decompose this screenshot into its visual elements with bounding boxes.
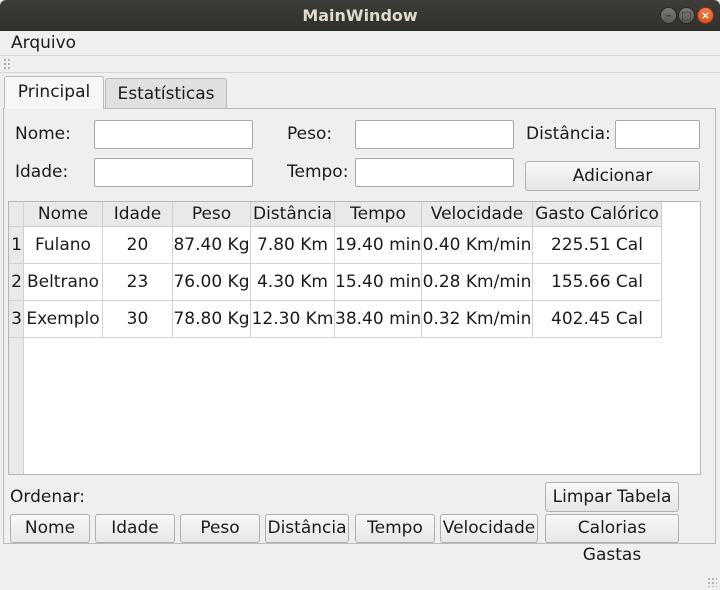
clear-table-button[interactable]: Limpar Tabela [545,482,679,512]
sort-calorias-button[interactable]: Calorias Gastas [545,514,679,565]
header-peso[interactable]: Peso [173,202,251,227]
menu-arquivo[interactable]: Arquivo [11,33,76,53]
table-cell[interactable]: 30 [103,301,173,338]
window-title: MainWindow [302,6,418,25]
minimize-button[interactable]: – [660,7,677,24]
row-header[interactable]: 3 [9,301,24,338]
nome-label: Nome: [15,124,71,144]
tempo-label: Tempo: [287,162,349,182]
row-header-column: 1 2 3 [9,227,24,474]
close-button[interactable]: × [697,7,714,24]
table-cell[interactable]: Beltrano [24,264,103,301]
table-cell[interactable]: 78.80 Kg [173,301,251,338]
idade-label: Idade: [15,162,69,182]
table-cell[interactable]: 38.40 min [335,301,422,338]
menu-bar: Arquivo [0,31,720,56]
table-cell[interactable]: 76.00 Kg [173,264,251,301]
table-cell[interactable]: 225.51 Cal [533,227,662,264]
header-gasto-calorico[interactable]: Gasto Calórico [533,202,662,227]
table-cell[interactable]: 0.40 Km/min [422,227,533,264]
data-table[interactable]: Nome Idade Peso Distância Tempo Velocida… [8,201,701,475]
sort-nome-button[interactable]: Nome [10,514,90,543]
row-header[interactable]: 2 [9,264,24,301]
row-header[interactable]: 1 [9,227,24,264]
sort-peso-button[interactable]: Peso [180,514,260,543]
peso-field[interactable] [355,120,514,149]
sort-tempo-button[interactable]: Tempo [355,514,435,543]
header-idade[interactable]: Idade [103,202,173,227]
table-cell[interactable]: 155.66 Cal [533,264,662,301]
table-cell[interactable]: 23 [103,264,173,301]
minimize-icon: – [665,9,672,22]
table-cell[interactable]: 0.32 Km/min [422,301,533,338]
add-button[interactable]: Adicionar [525,161,700,191]
title-bar: MainWindow – □ × [0,0,720,31]
distancia-label: Distância: [526,124,611,144]
table-cell[interactable]: 12.30 Km [251,301,335,338]
nome-field[interactable] [94,120,253,149]
tempo-field[interactable] [355,158,514,187]
table-cell[interactable]: 4.30 Km [251,264,335,301]
toolbar [0,56,720,73]
tab-principal[interactable]: Principal [4,76,104,109]
idade-field[interactable] [94,158,253,187]
header-nome[interactable]: Nome [24,202,103,227]
header-velocidade[interactable]: Velocidade [422,202,533,227]
header-tempo[interactable]: Tempo [335,202,422,227]
table-corner[interactable] [9,202,24,227]
sort-velocidade-button[interactable]: Velocidade [440,514,538,543]
table-cell[interactable]: 0.28 Km/min [422,264,533,301]
maximize-icon: □ [681,9,692,22]
ordenar-label: Ordenar: [10,487,85,507]
maximize-button[interactable]: □ [678,7,695,24]
header-distancia[interactable]: Distância [251,202,335,227]
table-cell[interactable]: 19.40 min [335,227,422,264]
table-cell[interactable]: 402.45 Cal [533,301,662,338]
table-cell[interactable]: 15.40 min [335,264,422,301]
sort-distancia-button[interactable]: Distância [265,514,349,543]
sort-idade-button[interactable]: Idade [95,514,175,543]
tab-estatisticas[interactable]: Estatísticas [105,78,227,109]
status-bar [0,564,720,590]
table-cell[interactable]: 20 [103,227,173,264]
table-cell[interactable]: 7.80 Km [251,227,335,264]
close-icon: × [700,9,711,22]
table-cell[interactable]: Fulano [24,227,103,264]
peso-label: Peso: [287,124,333,144]
distancia-field[interactable] [615,120,700,149]
size-grip-icon[interactable] [707,577,717,587]
table-cell[interactable]: Exemplo [24,301,103,338]
toolbar-grip-icon[interactable] [3,58,11,70]
table-cell[interactable]: 87.40 Kg [173,227,251,264]
